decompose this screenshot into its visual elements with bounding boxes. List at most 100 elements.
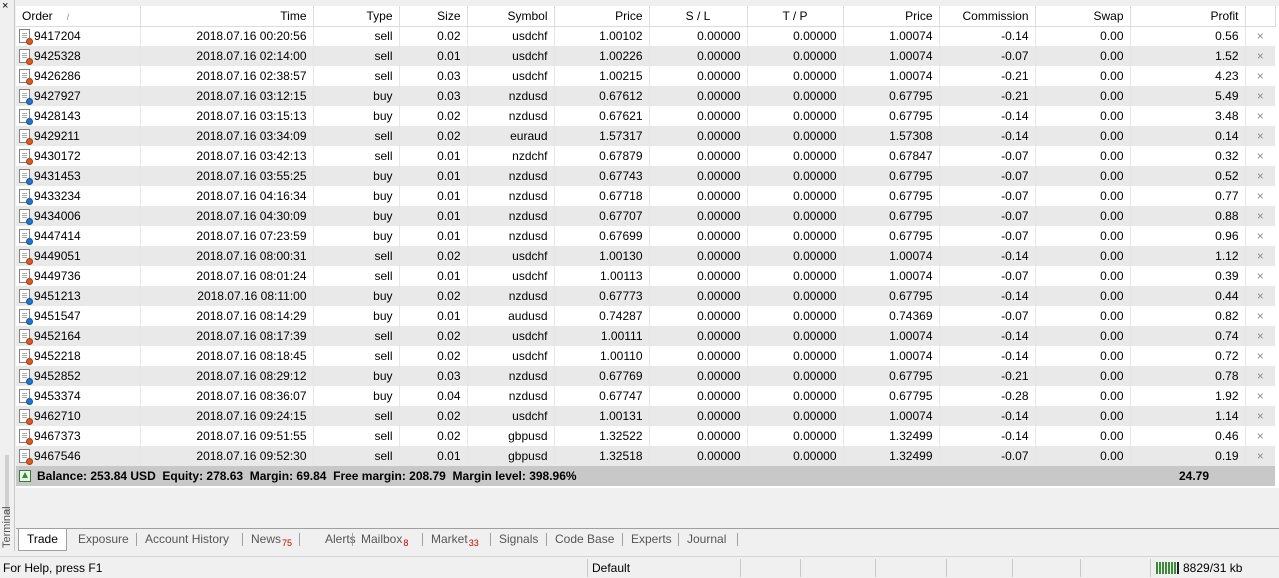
cell-symbol: gbpusd: [467, 426, 555, 446]
tab-mailbox[interactable]: Mailbox8: [353, 529, 416, 550]
column-header-swap[interactable]: Swap: [1035, 6, 1131, 27]
column-header-size[interactable]: Size: [399, 6, 468, 27]
cell-swap: 0.00: [1035, 446, 1131, 466]
tab-code-base[interactable]: Code Base: [547, 529, 622, 550]
tab-market[interactable]: Market33: [423, 529, 487, 550]
close-order-icon[interactable]: ×: [1245, 426, 1275, 446]
column-header-current-price[interactable]: Price: [843, 6, 940, 27]
cell-symbol: audusd: [467, 306, 555, 326]
table-row[interactable]: 9431453 2018.07.16 03:55:25 buy 0.01 nzdusd 0…: [16, 166, 1275, 186]
cell-tp: 0.00000: [747, 406, 844, 426]
column-header-commission[interactable]: Commission: [939, 6, 1036, 27]
cell-price2: 1.57308: [843, 126, 940, 146]
cell-price: 0.67621: [554, 106, 650, 126]
column-header-order[interactable]: Order /: [16, 6, 141, 27]
column-header-type[interactable]: Type: [313, 6, 400, 27]
column-header-tp[interactable]: T / P: [747, 6, 844, 27]
table-row[interactable]: 9462710 2018.07.16 09:24:15 sell 0.02 usdchf…: [16, 406, 1275, 426]
cell-commission: -0.07: [939, 266, 1036, 286]
table-row[interactable]: 9452218 2018.07.16 08:18:45 sell 0.02 usdchf…: [16, 346, 1275, 366]
tab-exposure[interactable]: Exposure: [70, 529, 137, 550]
close-order-icon[interactable]: ×: [1245, 66, 1275, 86]
table-row[interactable]: 9467373 2018.07.16 09:51:55 sell 0.02 gbpusd…: [16, 426, 1275, 446]
close-order-icon[interactable]: ×: [1245, 86, 1275, 106]
close-order-icon[interactable]: ×: [1245, 346, 1275, 366]
close-order-icon[interactable]: ×: [1245, 286, 1275, 306]
table-row[interactable]: 9428143 2018.07.16 03:15:13 buy 0.02 nzdusd 0…: [16, 106, 1275, 126]
close-order-icon[interactable]: ×: [1245, 326, 1275, 346]
table-row[interactable]: 9451213 2018.07.16 08:11:00 buy 0.02 nzdusd 0…: [16, 286, 1275, 306]
table-row[interactable]: 9452164 2018.07.16 08:17:39 sell 0.02 usdchf…: [16, 326, 1275, 346]
column-header-profit[interactable]: Profit: [1130, 6, 1246, 27]
cell-sl: 0.00000: [649, 146, 748, 166]
cell-sl: 0.00000: [649, 366, 748, 386]
table-row[interactable]: 9449051 2018.07.16 08:00:31 sell 0.02 usdchf…: [16, 246, 1275, 266]
cell-symbol: nzdusd: [467, 386, 555, 406]
cell-swap: 0.00: [1035, 126, 1131, 146]
table-row[interactable]: 9434006 2018.07.16 04:30:09 buy 0.01 nzdusd 0…: [16, 206, 1275, 226]
table-row[interactable]: 9427927 2018.07.16 03:12:15 buy 0.03 nzdusd 0…: [16, 86, 1275, 106]
close-order-icon[interactable]: ×: [1245, 446, 1275, 466]
close-order-icon[interactable]: ×: [1245, 106, 1275, 126]
close-order-icon[interactable]: ×: [1245, 246, 1275, 266]
cell-profit: 0.52: [1130, 166, 1246, 186]
status-divider: [1012, 559, 1013, 577]
table-row[interactable]: 9467546 2018.07.16 09:52:30 sell 0.01 gbpusd…: [16, 446, 1275, 466]
close-order-icon[interactable]: ×: [1245, 226, 1275, 246]
close-order-icon[interactable]: ×: [1245, 166, 1275, 186]
cell-tp: 0.00000: [747, 286, 844, 306]
close-order-icon[interactable]: ×: [1245, 306, 1275, 326]
close-order-icon[interactable]: ×: [1245, 26, 1275, 46]
tab-label: Code Base: [555, 532, 615, 546]
tab-account-history[interactable]: Account History: [137, 529, 237, 550]
cell-symbol: usdchf: [467, 46, 555, 66]
order-doc-buy-icon: [19, 169, 33, 185]
close-order-icon[interactable]: ×: [1245, 186, 1275, 206]
column-header-sl[interactable]: S / L: [649, 6, 748, 27]
tab-divider: [422, 533, 423, 546]
status-divider: [1150, 559, 1151, 577]
close-order-icon[interactable]: ×: [1245, 146, 1275, 166]
table-row[interactable]: 9453374 2018.07.16 08:36:07 buy 0.04 nzdusd 0…: [16, 386, 1275, 406]
close-order-icon[interactable]: ×: [1245, 386, 1275, 406]
table-row[interactable]: 9430172 2018.07.16 03:42:13 sell 0.01 nzdchf…: [16, 146, 1275, 166]
cell-time: 2018.07.16 09:52:30: [140, 446, 314, 466]
tab-label: Mailbox: [361, 532, 403, 546]
table-row[interactable]: 9452852 2018.07.16 08:29:12 buy 0.03 nzdusd 0…: [16, 366, 1275, 386]
close-order-icon[interactable]: ×: [1245, 46, 1275, 66]
close-order-icon[interactable]: ×: [1245, 366, 1275, 386]
cell-sl: 0.00000: [649, 386, 748, 406]
table-row[interactable]: 9433234 2018.07.16 04:16:34 buy 0.01 nzdusd 0…: [16, 186, 1275, 206]
tab-signals[interactable]: Signals: [491, 529, 546, 550]
cell-order: 9451547: [16, 306, 141, 326]
table-row[interactable]: 9449736 2018.07.16 08:01:24 sell 0.01 usdchf…: [16, 266, 1275, 286]
cell-swap: 0.00: [1035, 386, 1131, 406]
table-row[interactable]: 9451547 2018.07.16 08:14:29 buy 0.01 audusd 0…: [16, 306, 1275, 326]
table-row[interactable]: 9417204 2018.07.16 00:20:56 sell 0.02 usdchf…: [16, 26, 1275, 46]
tab-experts[interactable]: Experts: [623, 529, 680, 550]
column-header-symbol[interactable]: Symbol: [467, 6, 555, 27]
cell-sl: 0.00000: [649, 186, 748, 206]
table-row[interactable]: 9447414 2018.07.16 07:23:59 buy 0.01 nzdusd 0…: [16, 226, 1275, 246]
cell-type: buy: [313, 206, 400, 226]
close-order-icon[interactable]: ×: [1245, 406, 1275, 426]
cell-symbol: nzdchf: [467, 146, 555, 166]
close-order-icon[interactable]: ×: [1245, 126, 1275, 146]
table-row[interactable]: 9426286 2018.07.16 02:38:57 sell 0.03 usdchf…: [16, 66, 1275, 86]
tab-trade[interactable]: Trade: [18, 529, 67, 551]
cell-size: 0.02: [399, 126, 468, 146]
close-order-icon[interactable]: ×: [1245, 206, 1275, 226]
close-order-icon[interactable]: ×: [1245, 266, 1275, 286]
table-row[interactable]: 9425328 2018.07.16 02:14:00 sell 0.01 usdchf…: [16, 46, 1275, 66]
column-header-price[interactable]: Price: [554, 6, 650, 27]
cell-price2: 0.67795: [843, 286, 940, 306]
connection-bars-icon[interactable]: [1156, 562, 1180, 574]
tab-journal[interactable]: Journal: [679, 529, 734, 550]
table-row[interactable]: 9429211 2018.07.16 03:34:09 sell 0.02 euraud…: [16, 126, 1275, 146]
cell-swap: 0.00: [1035, 306, 1131, 326]
close-icon[interactable]: ×: [2, 1, 8, 12]
cell-size: 0.01: [399, 306, 468, 326]
tab-news[interactable]: News75: [243, 529, 300, 550]
column-header-time[interactable]: Time: [140, 6, 314, 27]
cell-profit: 1.14: [1130, 406, 1246, 426]
